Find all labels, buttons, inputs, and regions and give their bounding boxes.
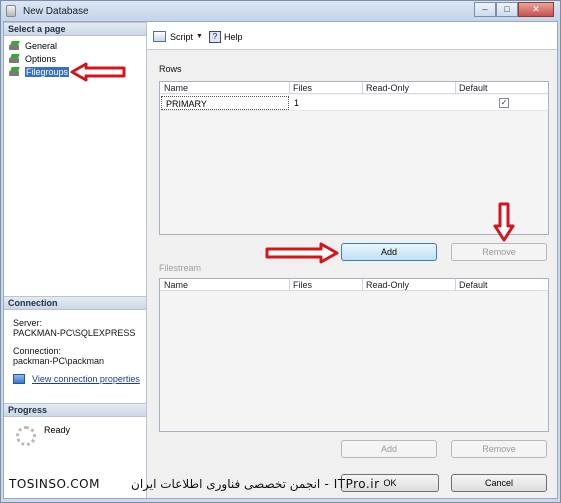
- table-row[interactable]: PRIMARY 1 ✓: [160, 95, 548, 111]
- dialog-client-area: Select a page General Options Filegroups…: [3, 21, 558, 499]
- filestream-grid[interactable]: Name Files Read-Only Default: [159, 278, 549, 432]
- watermark-right-text: ITPro.ir - انجمن تخصصی فناوری اطلاعات ای…: [131, 477, 380, 491]
- left-pane: Select a page General Options Filegroups…: [4, 22, 147, 498]
- help-button[interactable]: ? Help: [209, 31, 243, 43]
- filestream-grid-header: Name Files Read-Only Default: [160, 279, 548, 291]
- server-value: PACKMAN-PC\SQLEXPRESS: [13, 328, 136, 338]
- minimize-button[interactable]: –: [474, 2, 496, 17]
- page-item-label: General: [25, 41, 58, 51]
- cancel-button[interactable]: Cancel: [451, 474, 547, 492]
- annotation-arrow-down-icon: [493, 202, 515, 242]
- progress-spinner-icon: [16, 426, 36, 446]
- default-checkbox[interactable]: ✓: [499, 98, 509, 108]
- page-item-label: Options: [25, 54, 57, 64]
- script-icon: [153, 31, 166, 42]
- database-icon: [6, 5, 16, 17]
- help-label: Help: [224, 32, 243, 42]
- script-label: Script: [170, 31, 194, 42]
- connection-label: Connection:: [13, 346, 62, 356]
- page-item-options[interactable]: Options: [9, 53, 56, 65]
- new-database-window: New Database – □ ✕ Select a page General…: [0, 0, 561, 503]
- close-button[interactable]: ✕: [518, 2, 554, 17]
- maximize-button[interactable]: □: [496, 2, 518, 17]
- rows-section-label: Rows: [159, 64, 182, 74]
- column-header-files[interactable]: Files: [293, 83, 312, 93]
- window-title: New Database: [23, 6, 89, 17]
- properties-icon: [13, 374, 25, 384]
- annotation-arrow-left-icon: [70, 62, 126, 82]
- column-header-default[interactable]: Default: [459, 83, 488, 93]
- page-icon: [9, 67, 21, 77]
- connection-header: Connection: [4, 296, 146, 310]
- progress-header: Progress: [4, 403, 146, 417]
- column-header-name[interactable]: Name: [164, 83, 188, 93]
- filestream-section-label: Filestream: [159, 263, 202, 273]
- toolbar: Script ▼ ? Help: [147, 22, 557, 50]
- row-name-cell[interactable]: PRIMARY: [161, 96, 289, 110]
- rows-grid-header: Name Files Read-Only Default: [160, 82, 548, 94]
- column-header-name[interactable]: Name: [164, 280, 188, 290]
- row-files-cell[interactable]: 1: [294, 98, 299, 108]
- page-item-label: Filegroups: [25, 67, 70, 77]
- column-header-default[interactable]: Default: [459, 280, 488, 290]
- view-connection-properties-link[interactable]: View connection properties: [32, 374, 140, 384]
- connection-value: packman-PC\packman: [13, 356, 105, 366]
- column-header-read-only[interactable]: Read-Only: [366, 83, 409, 93]
- title-bar[interactable]: New Database – □ ✕: [1, 1, 560, 21]
- annotation-arrow-right-icon: [265, 242, 339, 264]
- rows-add-button[interactable]: Add: [341, 243, 437, 261]
- select-page-header: Select a page: [4, 22, 146, 36]
- column-header-files[interactable]: Files: [293, 280, 312, 290]
- filestream-add-button[interactable]: Add: [341, 440, 437, 458]
- rows-remove-button[interactable]: Remove: [451, 243, 547, 261]
- page-icon: [9, 41, 21, 51]
- column-header-read-only[interactable]: Read-Only: [366, 280, 409, 290]
- right-pane: Script ▼ ? Help Rows Name Files Read-Onl…: [147, 22, 557, 498]
- script-button[interactable]: Script ▼: [153, 31, 203, 42]
- page-item-filegroups[interactable]: Filegroups: [9, 66, 70, 78]
- page-item-general[interactable]: General: [9, 40, 57, 52]
- progress-status: Ready: [44, 425, 71, 435]
- rows-grid[interactable]: Name Files Read-Only Default PRIMARY 1 ✓: [159, 81, 549, 235]
- server-label: Server:: [13, 318, 43, 328]
- watermark-left-text: TOSINSO.COM: [9, 477, 100, 491]
- chevron-down-icon[interactable]: ▼: [196, 33, 203, 40]
- filestream-remove-button[interactable]: Remove: [451, 440, 547, 458]
- help-icon: ?: [209, 31, 221, 43]
- view-connection-properties-link-row[interactable]: View connection properties: [13, 374, 140, 384]
- page-icon: [9, 54, 21, 64]
